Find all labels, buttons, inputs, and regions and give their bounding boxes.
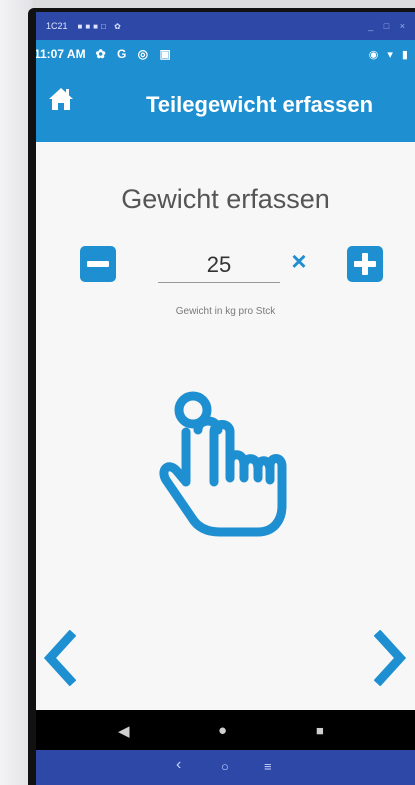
emulator-title-bar: 1C21 ■■■□ ✿ _ □ × <box>36 12 415 40</box>
home-icon[interactable] <box>48 86 74 112</box>
android-recents-button[interactable]: ■ <box>316 723 324 738</box>
weight-input[interactable] <box>158 248 280 283</box>
emulator-home-button[interactable]: ○ <box>221 759 229 774</box>
plus-icon-vertical <box>362 253 368 275</box>
emulator-status-icons: ■■■□ ✿ <box>77 21 124 31</box>
page-heading: Gewicht erfassen <box>121 184 330 214</box>
clear-input-icon[interactable]: × <box>288 248 310 274</box>
emulator-title: 1C21 <box>46 21 68 31</box>
app-title: Teilegewicht erfassen <box>146 92 374 117</box>
status-time: 11:07 AM <box>36 47 86 61</box>
chevron-left-icon[interactable] <box>42 630 76 686</box>
hand-pointer-icon[interactable] <box>158 390 298 540</box>
minus-icon <box>87 261 109 267</box>
emulator-window-controls[interactable]: _ □ × <box>368 21 409 31</box>
emulator-back-button[interactable]: ‹ <box>176 756 181 774</box>
chevron-right-icon[interactable] <box>374 630 408 686</box>
weight-unit-hint: Gewicht in kg pro Stck <box>175 306 276 317</box>
decrease-weight-button[interactable] <box>80 246 116 282</box>
main-content: Gewicht erfassen × Gewicht in kg pro Stc… <box>36 142 415 710</box>
app-bar: Teilegewicht erfassen <box>36 68 415 142</box>
increase-weight-button[interactable] <box>347 246 383 282</box>
status-system-icons: ◉ ▾ ▮ <box>368 48 411 61</box>
screenshot-stage: 1C21 ■■■□ ✿ _ □ × 11:07 AM ✿ G ◎ ▣ ◉ ▾ ▮… <box>0 0 415 785</box>
android-home-button[interactable]: ● <box>218 722 227 739</box>
emulator-menu-button[interactable]: ≡ <box>264 759 272 774</box>
status-bar: 11:07 AM ✿ G ◎ ▣ ◉ ▾ ▮ <box>36 40 415 68</box>
android-navigation-bar: ◀ ● ■ <box>36 710 415 750</box>
emulator-navigation-bar: ‹ ○ ≡ <box>36 750 415 785</box>
phone-screen: 1C21 ■■■□ ✿ _ □ × 11:07 AM ✿ G ◎ ▣ ◉ ▾ ▮… <box>36 12 415 785</box>
android-back-button[interactable]: ◀ <box>118 722 130 740</box>
status-notification-icons: ✿ G ◎ ▣ <box>95 47 175 61</box>
